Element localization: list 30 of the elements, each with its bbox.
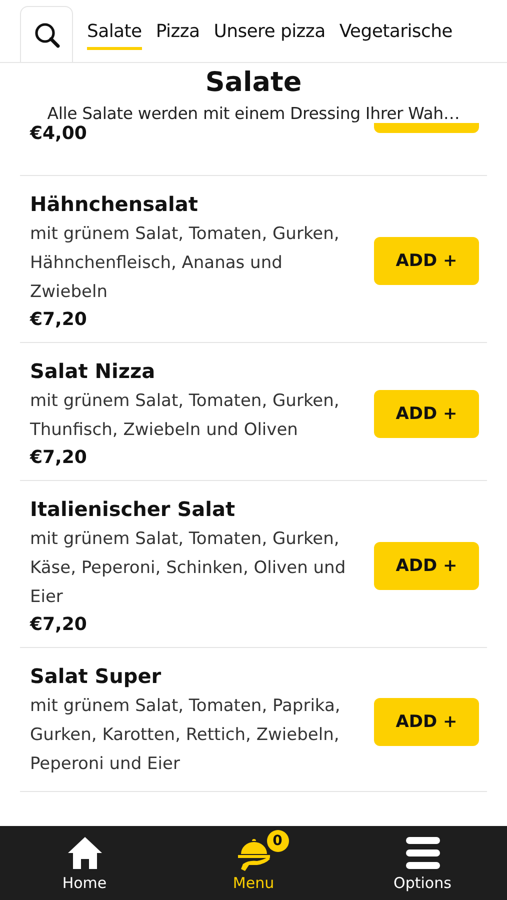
menu-icon: [404, 835, 440, 871]
item-name: Hähnchensalat: [30, 192, 199, 216]
nav-tab[interactable]: Home: [0, 826, 169, 900]
nav-tab[interactable]: Options: [338, 826, 507, 900]
add-button[interactable]: ADD +: [374, 542, 479, 590]
nav-tab[interactable]: 0 Menu: [169, 826, 338, 900]
item-name: Salat Nizza: [30, 359, 156, 383]
item-description: mit grünem Salat, Tomaten, Paprika, Gurken, Karotten, Rettich, Zwiebeln, Peperoni und Eier: [30, 695, 342, 776]
item-price: €7,20: [30, 309, 88, 330]
search-icon: [34, 22, 60, 48]
item-price: €4,00: [30, 123, 88, 144]
add-button[interactable]: ADD +: [374, 390, 479, 438]
cart-count-badge: 0: [266, 830, 288, 852]
item-name: Salat Super: [30, 664, 162, 688]
item-description: mit grünem Salat, Tomaten, Gurken, Thunfisch, Zwiebeln und Oliven: [30, 390, 340, 442]
home-icon: [66, 836, 102, 870]
category-tab[interactable]: Unsere pizza: [214, 21, 326, 50]
section-subtitle: Alle Salate werden mit einem Dressing Ihrer Wah…: [46, 104, 461, 123]
item-description: mit grünem Salat, Tomaten, Gurken, Hähnchenfleisch, Ananas und Zwiebeln: [30, 223, 340, 304]
item-price: €7,20: [30, 447, 88, 468]
add-button[interactable]: ADD +: [374, 237, 479, 285]
category-tab[interactable]: Salate: [87, 21, 142, 50]
item-description: mit grünem Salat, Tomaten, Gurken, Käse, Peperoni, Schinken, Oliven und Eier: [30, 528, 347, 609]
search-button[interactable]: [20, 6, 73, 62]
add-button[interactable]: ADD +: [374, 698, 479, 746]
item-name: Italienischer Salat: [30, 497, 236, 521]
section-title: Salate: [204, 67, 303, 98]
category-tab[interactable]: Vegetarische: [339, 21, 452, 50]
category-tab[interactable]: Pizza: [156, 21, 200, 50]
item-price: €7,20: [30, 614, 88, 635]
